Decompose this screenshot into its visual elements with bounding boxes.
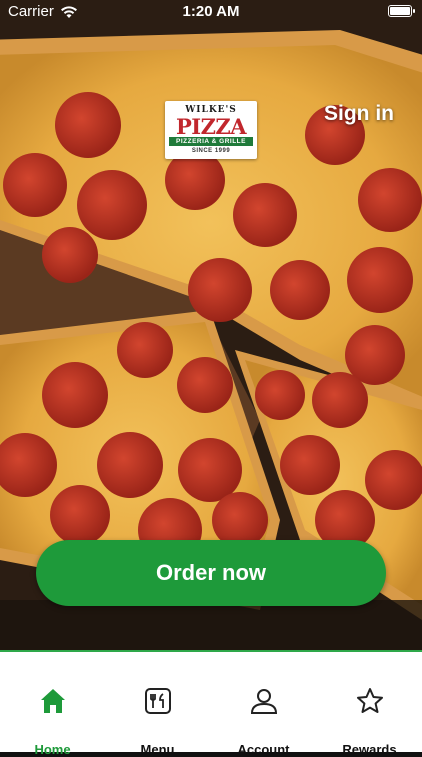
tab-home[interactable]: Home (0, 652, 105, 757)
clock: 1:20 AM (182, 3, 240, 20)
sign-in-link[interactable]: Sign in (324, 102, 394, 126)
star-icon (356, 688, 383, 713)
tab-menu[interactable]: Menu (105, 652, 210, 757)
menu-icon (144, 688, 171, 714)
logo-line-2: PIZZA (175, 114, 247, 139)
tab-bar: Home Menu Account Rewards (0, 650, 422, 757)
tab-rewards[interactable]: Rewards (317, 652, 422, 757)
account-icon (250, 689, 277, 714)
battery-icon (388, 5, 415, 17)
status-bar: Carrier 1:20 AM (0, 0, 422, 24)
brand-logo: WILKE'S PIZZA PIZZERIA & GRILLE SINCE 19… (165, 101, 257, 159)
tab-account[interactable]: Account (211, 652, 316, 757)
home-icon (40, 689, 65, 713)
logo-line-4: SINCE 1999 (191, 148, 231, 154)
logo-line-3: PIZZERIA & GRILLE (175, 138, 246, 145)
order-now-button[interactable]: Order now (36, 540, 386, 606)
